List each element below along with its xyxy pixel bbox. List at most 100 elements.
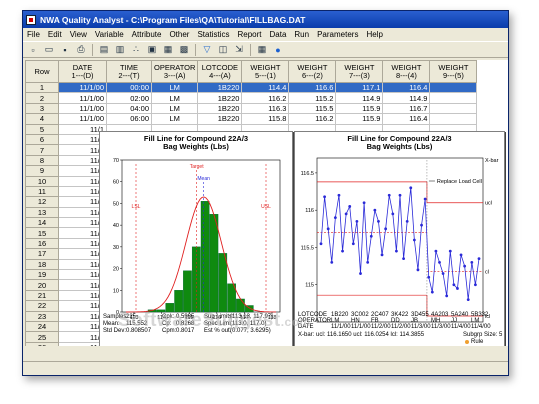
table-cell[interactable]: 114.9 bbox=[335, 92, 384, 104]
row-header[interactable]: 22 bbox=[25, 300, 59, 312]
row-header[interactable]: 2 bbox=[25, 92, 59, 104]
table-cell[interactable]: 11/1/00 bbox=[58, 81, 107, 94]
column-header-4[interactable]: LOTCODE 4---(A) bbox=[197, 60, 243, 83]
table-cell[interactable]: 11/1/00 bbox=[58, 102, 107, 115]
column-header-2[interactable]: TIME 2---(T) bbox=[106, 60, 152, 83]
table-cell[interactable] bbox=[429, 81, 478, 94]
row-header[interactable]: 24 bbox=[25, 320, 59, 333]
menu-run[interactable]: Run bbox=[294, 30, 309, 39]
table-cell[interactable]: 116.2 bbox=[241, 92, 290, 104]
menu-file[interactable]: File bbox=[27, 30, 40, 39]
save-icon[interactable]: ▪ bbox=[58, 43, 72, 56]
row-header[interactable]: 3 bbox=[25, 102, 59, 115]
xbar-chart-window[interactable]: Fill Line for Compound 22A/3 Bag Weights… bbox=[294, 131, 505, 346]
table-cell[interactable] bbox=[429, 102, 478, 115]
histogram-icon[interactable]: ▥ bbox=[113, 43, 127, 56]
window-icon[interactable]: ◫ bbox=[216, 43, 230, 56]
table-cell[interactable]: 115.9 bbox=[335, 102, 384, 115]
table-cell[interactable]: 115.9 bbox=[335, 113, 384, 125]
column-header-5[interactable]: WEIGHT 5---(1) bbox=[241, 60, 290, 83]
print-icon[interactable]: ⎙ bbox=[74, 43, 88, 56]
row-header[interactable]: 13 bbox=[25, 206, 59, 219]
row-header[interactable]: 16 bbox=[25, 237, 59, 250]
grid-icon[interactable]: ▦ bbox=[255, 43, 269, 56]
table-cell[interactable]: 116.4 bbox=[382, 81, 431, 94]
row-header[interactable]: 9 bbox=[25, 165, 59, 177]
table-row[interactable]: 1 11/1/00 00:00 LM 1B220 114.4 116.6 117.1 116.4 bbox=[25, 81, 478, 94]
table-cell[interactable] bbox=[429, 113, 478, 125]
row-header[interactable]: 26 bbox=[25, 341, 59, 346]
table-icon[interactable]: ▩ bbox=[177, 43, 191, 56]
row-header[interactable]: 7 bbox=[25, 144, 59, 156]
row-header[interactable]: 14 bbox=[25, 217, 59, 229]
row-header[interactable]: 4 bbox=[25, 113, 59, 125]
table-cell[interactable]: 116.3 bbox=[241, 102, 290, 115]
row-header[interactable]: 11 bbox=[25, 185, 59, 198]
column-header-0[interactable]: Row bbox=[25, 60, 59, 83]
menu-edit[interactable]: Edit bbox=[48, 30, 62, 39]
new-icon[interactable]: ▫ bbox=[26, 43, 40, 56]
row-header[interactable]: 19 bbox=[25, 269, 59, 281]
table-cell[interactable]: 1B220 bbox=[197, 92, 243, 104]
row-header[interactable]: 8 bbox=[25, 154, 59, 167]
export-icon[interactable]: ⇲ bbox=[232, 43, 246, 56]
menu-variable[interactable]: Variable bbox=[95, 30, 124, 39]
table-cell[interactable]: 114.9 bbox=[382, 92, 431, 104]
column-header-1[interactable]: DATE 1---(D) bbox=[58, 60, 107, 83]
row-header[interactable]: 18 bbox=[25, 258, 59, 271]
row-header[interactable]: 21 bbox=[25, 289, 59, 302]
column-header-8[interactable]: WEIGHT 8---(4) bbox=[382, 60, 431, 83]
menu-report[interactable]: Report bbox=[237, 30, 261, 39]
table-cell[interactable]: 06:00 bbox=[106, 113, 152, 125]
table-cell[interactable]: 115.5 bbox=[288, 102, 337, 115]
title-bar[interactable]: NWA Quality Analyst - C:\Program Files\Q… bbox=[23, 11, 508, 28]
histogram-chart-window[interactable]: Fill Line for Compound 22A/3 Bag Weights… bbox=[99, 131, 293, 346]
table-cell[interactable] bbox=[429, 92, 478, 104]
box-icon[interactable]: ▣ bbox=[145, 43, 159, 56]
table-cell[interactable]: 117.1 bbox=[335, 81, 384, 94]
row-header[interactable]: 12 bbox=[25, 196, 59, 208]
row-header[interactable]: 1 bbox=[25, 81, 59, 94]
column-header-9[interactable]: WEIGHT 9---(5) bbox=[429, 60, 478, 83]
table-cell[interactable]: LM bbox=[150, 102, 199, 115]
menu-help[interactable]: Help bbox=[366, 30, 382, 39]
filter-icon[interactable]: ▽ bbox=[200, 43, 214, 56]
table-cell[interactable]: LM bbox=[150, 113, 199, 125]
menu-parameters[interactable]: Parameters bbox=[317, 30, 358, 39]
row-header[interactable]: 17 bbox=[25, 248, 59, 260]
menu-statistics[interactable]: Statistics bbox=[197, 30, 229, 39]
table-row[interactable]: 3 11/1/00 04:00 LM 1B220 116.3 115.5 115.9 116.7 bbox=[25, 102, 478, 115]
table-cell[interactable]: 115.2 bbox=[288, 92, 337, 104]
table-cell[interactable]: 11/1/00 bbox=[58, 92, 107, 104]
table-cell[interactable]: 116.6 bbox=[288, 81, 337, 94]
row-header[interactable]: 6 bbox=[25, 133, 59, 146]
column-header-7[interactable]: WEIGHT 7---(3) bbox=[335, 60, 384, 83]
table-cell[interactable]: 1B220 bbox=[197, 102, 243, 115]
table-cell[interactable]: 116.2 bbox=[288, 113, 337, 125]
table-cell[interactable]: 116.4 bbox=[382, 113, 431, 125]
row-header[interactable]: 10 bbox=[25, 175, 59, 187]
table-cell[interactable]: LM bbox=[150, 92, 199, 104]
help-icon[interactable]: ● bbox=[271, 43, 285, 56]
menu-attribute[interactable]: Attribute bbox=[132, 30, 162, 39]
menu-view[interactable]: View bbox=[70, 30, 87, 39]
table-cell[interactable]: LM bbox=[150, 81, 199, 94]
table-cell[interactable]: 00:00 bbox=[106, 81, 152, 94]
table-cell[interactable]: 02:00 bbox=[106, 92, 152, 104]
menu-other[interactable]: Other bbox=[169, 30, 189, 39]
row-header[interactable]: 25 bbox=[25, 331, 59, 343]
table-cell[interactable]: 04:00 bbox=[106, 102, 152, 115]
row-header[interactable]: 15 bbox=[25, 227, 59, 239]
table-cell[interactable]: 114.4 bbox=[241, 81, 290, 94]
table-row[interactable]: 2 11/1/00 02:00 LM 1B220 116.2 115.2 114.9 114.9 bbox=[25, 92, 478, 104]
menu-data[interactable]: Data bbox=[270, 30, 287, 39]
open-icon[interactable]: ▭ bbox=[42, 43, 56, 56]
table-row[interactable]: 4 11/1/00 06:00 LM 1B220 115.8 116.2 115.9 116.4 bbox=[25, 113, 478, 125]
table-cell[interactable]: 115.8 bbox=[241, 113, 290, 125]
data-grid[interactable]: Row DATE 1---(D) TIME 2---(T) OPERATOR 3---(A)… bbox=[25, 60, 508, 346]
chart-icon[interactable]: ▤ bbox=[97, 43, 111, 56]
row-header[interactable]: 23 bbox=[25, 310, 59, 323]
table-cell[interactable]: 116.7 bbox=[382, 102, 431, 115]
column-header-3[interactable]: OPERATOR 3---(A) bbox=[150, 60, 199, 83]
row-header[interactable]: 5 bbox=[25, 123, 59, 135]
